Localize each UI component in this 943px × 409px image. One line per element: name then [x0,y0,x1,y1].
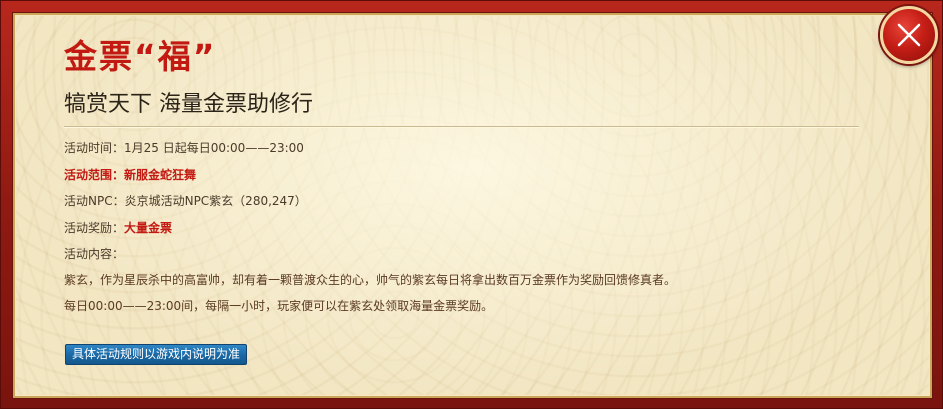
event-subtitle: 犒赏天下 海量金票助修行 [64,92,313,117]
close-icon [897,23,921,47]
event-reward-value: 大量金票 [124,221,173,235]
event-content-label: 活动内容： [64,247,125,261]
event-time-label: 活动时间： [64,141,125,155]
event-content-line-1: 紫玄，作为星辰杀中的高富帅，却有着一颗普渡众生的心，帅气的紫玄每日将拿出数百万金… [64,273,677,287]
event-title: 金票“福” [64,37,217,76]
event-time-row: 活动时间：1月25 日起每日00:00——23:00 [64,140,304,156]
event-reward-label: 活动奖励： [64,221,125,235]
close-button[interactable] [880,6,938,64]
event-scope-row: 活动范围：新服金蛇狂舞 [64,168,197,182]
title-divider [64,126,859,127]
rules-button[interactable]: 具体活动规则以游戏内说明为准 [65,344,248,365]
event-npc-label: 活动NPC： [64,194,125,208]
event-npc-value: 炎京城活动NPC紫玄（280,247） [124,194,307,208]
event-reward-row: 活动奖励：大量金票 [64,220,172,236]
event-content-line-2: 每日00:00——23:00间，每隔一小时，玩家便可以在紫玄处领取海量金票奖励。 [64,299,494,313]
event-time-value: 1月25 日起每日00:00——23:00 [124,141,304,155]
event-dialog-frame: 金票“福” 犒赏天下 海量金票助修行 活动时间：1月25 日起每日00:00——… [0,0,943,409]
event-npc-row: 活动NPC：炎京城活动NPC紫玄（280,247） [64,193,307,209]
